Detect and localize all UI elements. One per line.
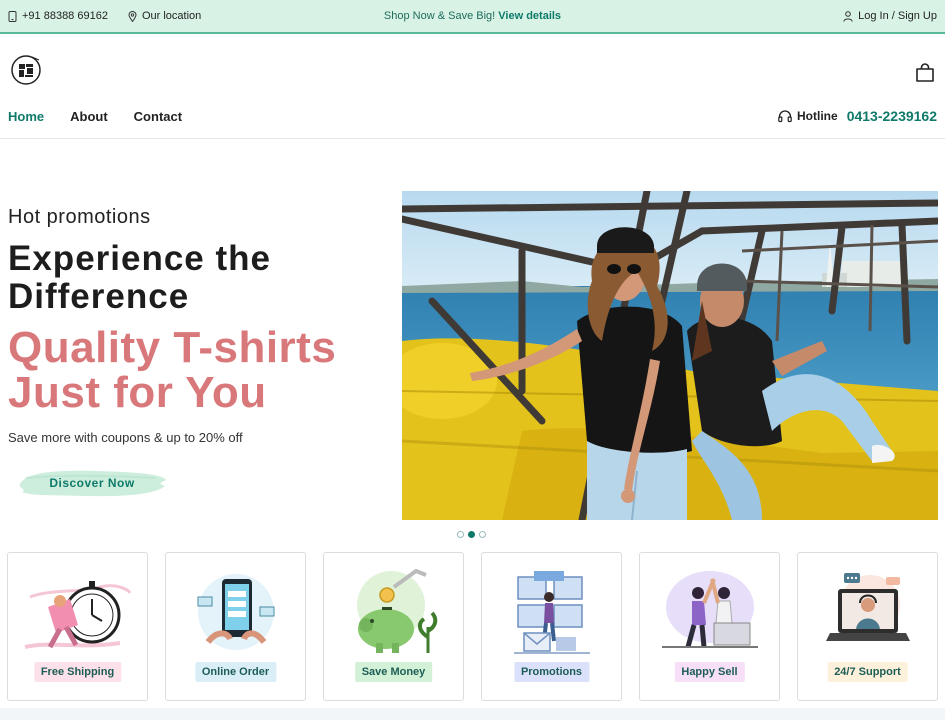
discover-now-label: Discover Now	[49, 476, 135, 490]
auth-label: Log In / Sign Up	[858, 10, 937, 22]
hero-title: Experience the Difference	[8, 239, 271, 316]
feature-cards: Free Shipping Online Order Save Money Pr…	[7, 552, 938, 701]
nav-item-home[interactable]: Home	[8, 109, 44, 124]
phone-number: +91 88388 69162	[22, 10, 108, 22]
location-label: Our location	[141, 10, 202, 22]
location-pin-icon	[128, 10, 137, 22]
top-bar-left: +91 88388 69162 Our location	[8, 0, 201, 32]
nav-item-contact[interactable]: Contact	[134, 109, 182, 124]
bottom-section-edge	[0, 708, 945, 720]
login-signup-link[interactable]: Log In / Sign Up	[843, 0, 937, 32]
promo-text: Shop Now & Save Big!	[383, 10, 496, 22]
hotline[interactable]: Hotline 0413-2239162	[778, 108, 937, 124]
view-details-link[interactable]: View details	[498, 10, 561, 22]
hero-kicker: Hot promotions	[8, 206, 151, 228]
online-order-illustration	[197, 574, 275, 650]
location-link[interactable]: Our location	[128, 10, 201, 22]
hero-accent-title: Quality T-shirts Just for You	[8, 323, 337, 417]
save-money-illustration	[357, 568, 438, 653]
phone-icon	[8, 10, 17, 22]
save-money-label: Save Money	[354, 662, 433, 682]
happy-sell-label: Happy Sell	[674, 662, 745, 682]
carousel-dot-2[interactable]	[468, 531, 475, 538]
feature-card-free-shipping[interactable]: Free Shipping	[7, 552, 148, 701]
feature-card-support[interactable]: 24/7 Support	[797, 552, 938, 701]
hero-subtitle: Save more with coupons & up to 20% off	[8, 430, 243, 445]
phone-contact[interactable]: +91 88388 69162	[8, 10, 108, 22]
hero-banner-image	[402, 191, 938, 520]
discover-now-button[interactable]: Discover Now	[16, 466, 168, 500]
free-shipping-illustration	[24, 581, 132, 649]
header-divider	[0, 138, 945, 139]
feature-card-happy-sell[interactable]: Happy Sell	[639, 552, 780, 701]
brand-logo[interactable]	[10, 54, 42, 86]
hotline-number[interactable]: 0413-2239162	[847, 108, 937, 124]
shopping-bag-icon[interactable]	[915, 63, 935, 83]
nav-item-about[interactable]: About	[70, 109, 108, 124]
happy-sell-illustration	[662, 571, 758, 648]
promotions-label: Promotions	[513, 662, 590, 682]
promotions-illustration	[514, 571, 590, 654]
top-bar: +91 88388 69162 Our location Shop Now & …	[0, 0, 945, 34]
free-shipping-label: Free Shipping	[33, 662, 122, 682]
support-illustration	[826, 573, 910, 641]
carousel-indicators	[457, 531, 486, 538]
main-nav: Home About Contact	[8, 109, 182, 124]
feature-card-online-order[interactable]: Online Order	[165, 552, 306, 701]
hero-photo	[402, 191, 938, 520]
hotline-label: Hotline	[797, 109, 838, 123]
feature-card-save-money[interactable]: Save Money	[323, 552, 464, 701]
headset-icon	[778, 109, 792, 122]
support-label: 24/7 Support	[827, 662, 908, 682]
online-order-label: Online Order	[194, 662, 277, 682]
carousel-dot-3[interactable]	[479, 531, 486, 538]
feature-card-promotions[interactable]: Promotions	[481, 552, 622, 701]
user-icon	[843, 10, 853, 22]
carousel-dot-1[interactable]	[457, 531, 464, 538]
